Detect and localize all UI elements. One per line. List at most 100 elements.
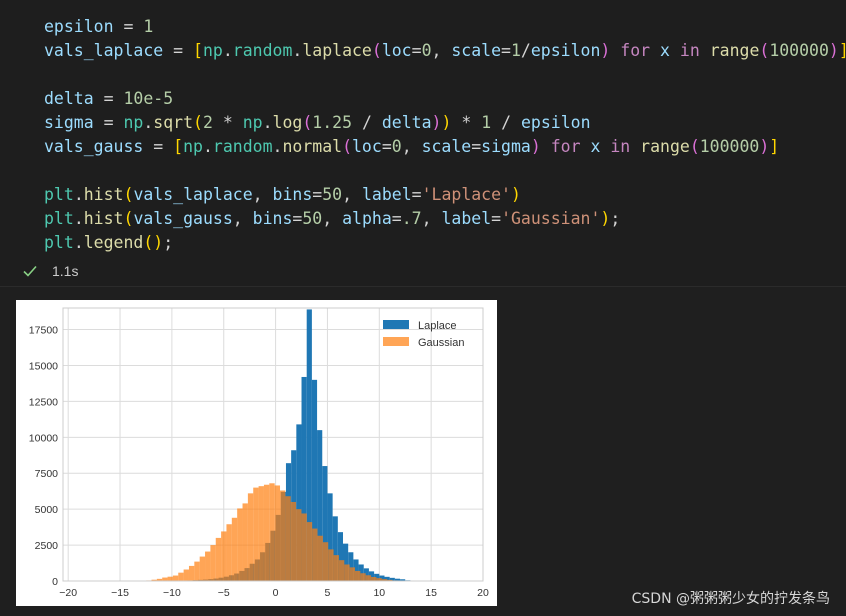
code-token: epsilon — [44, 17, 114, 36]
histogram-bar-gaussian — [349, 567, 355, 581]
code-token: = — [93, 113, 124, 132]
x-tick-label: −15 — [111, 587, 129, 599]
code-token: . — [292, 41, 303, 60]
code-token: = — [381, 137, 392, 156]
code-token: np — [202, 41, 223, 60]
code-token: vals_gauss — [133, 209, 233, 228]
code-line: vals_laplace = [np.random.laplace(loc=0,… — [44, 39, 846, 63]
code-token: , — [421, 209, 442, 228]
code-token: ( — [123, 185, 134, 204]
histogram-bar-gaussian — [290, 501, 297, 581]
legend-label-gaussian: Gaussian — [418, 337, 464, 349]
y-tick-label: 10000 — [29, 432, 58, 444]
legend-swatch-laplace — [383, 320, 409, 329]
y-tick-label: 5000 — [35, 504, 59, 516]
code-token: normal — [282, 137, 343, 156]
execution-duration: 1.1s — [52, 263, 79, 279]
legend-swatch-gaussian — [383, 337, 409, 346]
checkmark-icon — [23, 265, 37, 277]
code-token: in — [600, 137, 641, 156]
code-token: bins — [252, 209, 293, 228]
code-token: hist — [83, 185, 124, 204]
code-line: plt.hist(vals_laplace, bins=50, label='L… — [44, 183, 846, 207]
code-token: 100000 — [699, 137, 760, 156]
histogram-bar-gaussian — [263, 484, 270, 581]
histogram-bar-gaussian — [338, 560, 345, 581]
code-token: np — [123, 113, 144, 132]
histogram-bar-gaussian — [194, 561, 200, 581]
x-tick-label: −20 — [59, 587, 77, 599]
code-line: plt.legend(); — [44, 231, 846, 255]
code-token: ( — [123, 209, 134, 228]
code-token: vals_laplace — [44, 41, 164, 60]
code-token: np — [183, 137, 203, 156]
x-tick-label: −5 — [218, 587, 230, 599]
code-token: , — [232, 209, 253, 228]
code-token: ; — [163, 233, 174, 252]
code-token: , — [431, 41, 452, 60]
code-token: vals_gauss — [44, 137, 144, 156]
code-line: epsilon = 1 — [44, 15, 846, 39]
code-token: alpha — [342, 209, 392, 228]
code-token: = — [292, 209, 303, 228]
code-cell[interactable]: epsilon = 1 vals_laplace = [np.random.lap… — [0, 0, 846, 287]
code-token: = — [391, 209, 402, 228]
code-token: ) — [600, 209, 611, 228]
code-token: sigma — [481, 137, 531, 156]
code-line: delta = 10e-5 — [44, 87, 846, 111]
code-token: ; — [610, 209, 621, 228]
code-token: ( — [302, 113, 313, 132]
histogram-bar-gaussian — [167, 576, 173, 581]
code-token: loc — [352, 137, 382, 156]
histogram-bar-gaussian — [258, 486, 264, 581]
code-token: plt — [44, 209, 74, 228]
histogram-bar-gaussian — [221, 531, 227, 581]
code-token: x — [590, 137, 601, 156]
x-tick-label: 5 — [325, 587, 331, 599]
code-token: / — [491, 113, 521, 132]
code-token: range — [640, 137, 690, 156]
cell-output-plot: −20 −15 −10 −5 0 5 10 15 20 0 2500 5000 7500 10000 125… — [16, 300, 497, 606]
code-token: ) — [600, 41, 611, 60]
code-token: . — [73, 233, 84, 252]
code-token: = — [163, 41, 194, 60]
code-token: plt — [44, 185, 74, 204]
histogram-bar-gaussian — [205, 551, 211, 581]
code-token: x — [660, 41, 670, 60]
x-tick-label: 0 — [273, 587, 279, 599]
code-editor[interactable]: epsilon = 1 vals_laplace = [np.random.lap… — [44, 15, 846, 255]
code-token: for — [540, 137, 591, 156]
x-tick-label: 10 — [373, 587, 385, 599]
code-token: 10e-5 — [123, 89, 174, 108]
code-token: = — [143, 137, 174, 156]
code-token: range — [709, 41, 760, 60]
histogram-bar-gaussian — [253, 487, 259, 581]
code-line: plt.hist(vals_gauss, bins=50, alpha=.7, … — [44, 207, 846, 231]
histogram-bar-gaussian — [162, 577, 168, 581]
code-token: 0 — [391, 137, 402, 156]
code-token: laplace — [302, 41, 372, 60]
code-token: delta — [381, 113, 432, 132]
code-token: . — [222, 41, 233, 60]
code-token: ( — [143, 233, 154, 252]
code-token: ) — [441, 113, 452, 132]
code-token: . — [73, 209, 84, 228]
histogram-bar-gaussian — [178, 572, 184, 581]
code-token: sqrt — [153, 113, 194, 132]
code-token: .7 — [401, 209, 422, 228]
code-token: . — [143, 113, 154, 132]
code-token: vals_laplace — [133, 185, 253, 204]
code-token: = — [471, 137, 482, 156]
code-line: vals_gauss = [np.random.normal(loc=0, sc… — [44, 135, 846, 159]
histogram-bar-gaussian — [285, 496, 291, 581]
histogram-bar-gaussian — [301, 513, 307, 581]
code-token: 1.25 — [312, 113, 353, 132]
code-token: . — [202, 137, 213, 156]
code-token: , — [342, 185, 362, 204]
y-tick-label: 17500 — [29, 325, 58, 337]
code-token: 50 — [322, 185, 343, 204]
code-token: , — [401, 137, 422, 156]
code-token: sigma — [44, 113, 94, 132]
code-token: , — [252, 185, 273, 204]
